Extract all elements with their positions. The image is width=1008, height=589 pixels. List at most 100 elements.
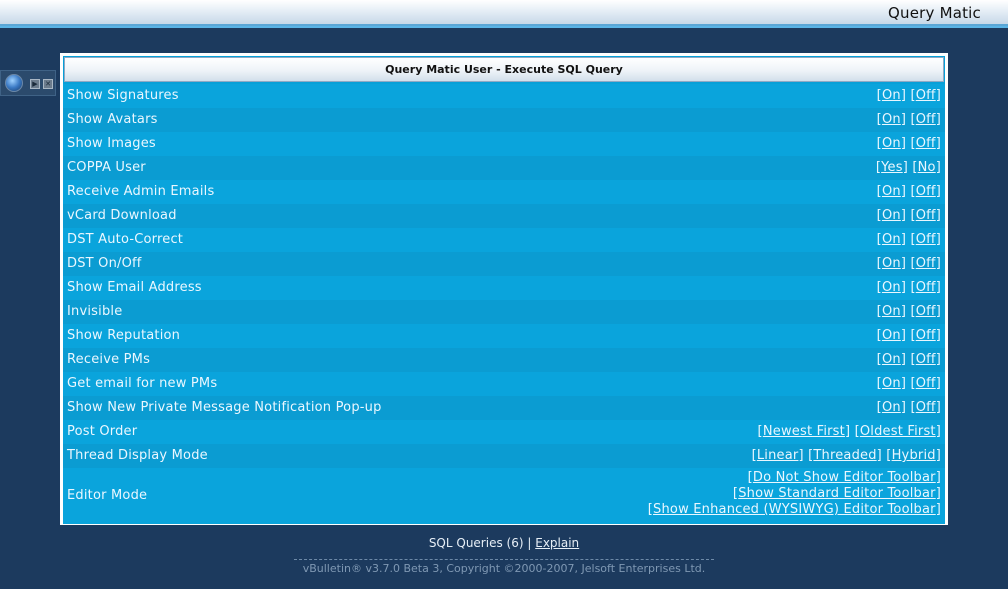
panel-title: Query Matic User - Execute SQL Query [64,57,944,82]
setting-row: DST Auto-Correct [On] [Off] [63,228,945,252]
setting-row: Post Order [Newest First] [Oldest First] [63,420,945,444]
bracket: ] [798,448,804,463]
setting-row: vCard Download [On] [Off] [63,204,945,228]
bracket: ] [900,184,907,199]
setting-option: [On] [877,352,906,367]
setting-option-link[interactable]: Oldest First [860,424,936,439]
setting-row: COPPA User [Yes] [No] [63,156,945,180]
setting-option-link[interactable]: Linear [757,448,799,463]
setting-option-link[interactable]: Off [916,304,936,319]
sql-queries-count: SQL Queries (6) [428,536,524,550]
setting-option-link[interactable]: Show Standard Editor Toolbar [738,486,936,501]
setting-option: [Off] [910,328,941,343]
setting-label: Show Avatars [67,112,158,127]
setting-option-link[interactable]: On [882,136,901,151]
setting-option: [Off] [910,208,941,223]
setting-row: Show Reputation [On] [Off] [63,324,945,348]
close-icon[interactable]: ✕ [43,79,53,89]
setting-option-link[interactable]: Off [916,136,936,151]
setting-option: [On] [877,376,906,391]
setting-option-link[interactable]: On [882,88,901,103]
setting-option-link[interactable]: Off [916,352,936,367]
settings-panel-body: Query Matic User - Execute SQL Query Sho… [63,56,945,524]
setting-option: [Newest First] [758,424,851,439]
setting-option-link[interactable]: On [882,304,901,319]
setting-option: [On] [877,88,906,103]
setting-option-link[interactable]: Off [916,184,936,199]
setting-option-link[interactable]: On [882,328,901,343]
setting-option-link[interactable]: No [918,160,936,175]
setting-row: Get email for new PMs [On] [Off] [63,372,945,396]
setting-label: Invisible [67,304,123,319]
bracket: ] [935,208,941,223]
setting-row: Thread Display Mode [Linear] [Threaded] [… [63,444,945,468]
setting-option-link[interactable]: Off [916,88,936,103]
copyright-text: vBulletin® v3.7.0 Beta 3, Copyright ©200… [302,562,706,575]
setting-option-link[interactable]: On [882,184,901,199]
setting-option-link[interactable]: On [882,208,901,223]
setting-option-link[interactable]: Do Not Show Editor Toolbar [753,470,936,485]
setting-option-link[interactable]: Yes [881,160,903,175]
setting-label: Receive PMs [67,352,151,367]
setting-option-link[interactable]: On [882,232,901,247]
setting-row: Invisible [On] [Off] [63,300,945,324]
setting-option-link[interactable]: Hybrid [892,448,936,463]
bracket: ] [876,448,882,463]
setting-option-link[interactable]: Off [916,112,936,127]
footer-links: SQL Queries (6) | Explain [0,536,1008,550]
setting-row: Editor Mode [Do Not Show Editor Toolbar][… [63,468,945,524]
setting-option-link[interactable]: On [882,280,901,295]
setting-option-link[interactable]: Off [916,232,936,247]
setting-row: Show New Private Message Notification Po… [63,396,945,420]
setting-option: [Show Standard Editor Toolbar] [733,486,941,501]
bracket: ] [935,400,941,415]
bracket: ] [900,208,907,223]
setting-label: Post Order [67,424,138,439]
bracket: ] [900,376,907,391]
setting-option: [Off] [910,136,941,151]
setting-option-link[interactable]: Show Enhanced (WYSIWYG) Editor Toolbar [653,502,936,517]
setting-label: Show Signatures [67,88,179,103]
side-widget: ▶ ✕ [0,70,56,96]
bracket: ] [935,424,941,439]
bracket: ] [935,448,941,463]
setting-option-link[interactable]: On [882,400,901,415]
setting-option: [Off] [910,184,941,199]
bracket: ] [844,424,851,439]
setting-option-link[interactable]: Newest First [763,424,845,439]
bracket: ] [935,160,941,175]
setting-label: Get email for new PMs [67,376,218,391]
setting-option-link[interactable]: Off [916,256,936,271]
setting-option-link[interactable]: Off [916,208,936,223]
setting-options: [Linear] [Threaded] [Hybrid] [752,448,941,463]
setting-option: [On] [877,328,906,343]
setting-option-link[interactable]: On [882,352,901,367]
setting-option: [Do Not Show Editor Toolbar] [748,470,941,485]
setting-option-link[interactable]: On [882,376,901,391]
setting-row: Receive PMs [On] [Off] [63,348,945,372]
setting-label: vCard Download [67,208,177,223]
explain-link[interactable]: Explain [535,536,579,550]
setting-option: [Yes] [876,160,908,175]
app-title: Query Matic [888,4,981,22]
globe-icon[interactable] [5,74,23,92]
setting-option: [On] [877,232,906,247]
setting-option-link[interactable]: Off [916,376,936,391]
bracket: ] [935,376,941,391]
setting-option-link[interactable]: Off [916,400,936,415]
setting-option-link[interactable]: Threaded [813,448,876,463]
settings-panel: Query Matic User - Execute SQL Query Sho… [60,53,948,525]
bracket: ] [935,502,941,517]
bracket: ] [900,136,907,151]
setting-option-link[interactable]: Off [916,328,936,343]
setting-option-link[interactable]: Off [916,280,936,295]
setting-options: [On] [Off] [877,112,941,127]
setting-option: [Off] [910,88,941,103]
bracket: ] [902,160,908,175]
setting-option: [Off] [910,304,941,319]
setting-option: [Hybrid] [886,448,941,463]
play-icon[interactable]: ▶ [30,79,40,89]
setting-option: [On] [877,112,906,127]
setting-option-link[interactable]: On [882,112,901,127]
setting-option-link[interactable]: On [882,256,901,271]
